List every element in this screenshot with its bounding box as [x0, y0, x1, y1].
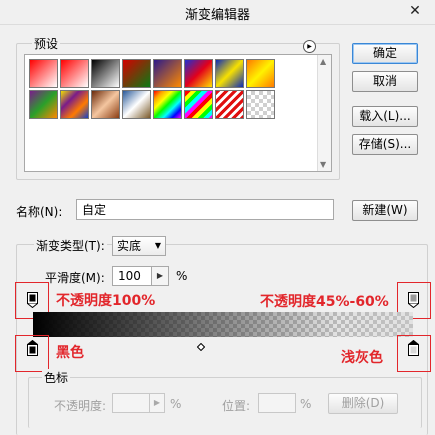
left-color-stop[interactable] [26, 339, 39, 359]
scroll-down-icon[interactable]: ▼ [320, 160, 326, 169]
preset-swatch-violet-orange[interactable] [153, 59, 182, 88]
stops-group-label: 色标 [42, 369, 71, 386]
stop-opacity-label: 不透明度: [54, 399, 107, 413]
scroll-up-icon[interactable]: ▲ [320, 57, 326, 66]
right-color-stop[interactable] [407, 339, 420, 359]
preset-swatch-copper[interactable] [91, 90, 120, 119]
name-field[interactable]: 自定 [76, 199, 334, 220]
stop-opacity-arrow-icon[interactable]: ▶ [149, 393, 165, 413]
gradient-type-value: 实底 [117, 239, 142, 253]
name-label: 名称(N): [16, 205, 63, 219]
stop-opacity-field[interactable] [112, 393, 150, 413]
preset-swatch-violet-green-orange[interactable] [29, 90, 58, 119]
load-button[interactable]: 载入(L)... [352, 106, 418, 127]
preset-swatch-transparent-stripes[interactable] [215, 90, 244, 119]
presets-label: 预设 [32, 35, 61, 52]
right-opacity-annotation: 不透明度45%-60% [260, 294, 389, 310]
new-button[interactable]: 新建(W) [352, 200, 418, 221]
smoothness-field[interactable]: 100 [112, 266, 152, 286]
cancel-button[interactable]: 取消 [352, 71, 418, 92]
stop-location-field[interactable] [258, 393, 296, 413]
stop-location-label: 位置: [222, 399, 251, 413]
smoothness-unit: % [176, 269, 188, 283]
save-button[interactable]: 存储(S)... [352, 134, 418, 155]
title-bar: 渐变编辑器 ✕ [0, 0, 435, 25]
right-color-annotation: 浅灰色 [341, 350, 383, 366]
preset-swatch-spectrum[interactable] [153, 90, 182, 119]
preset-swatch-orange-yellow-orange[interactable] [246, 59, 275, 88]
preset-swatch-fg-to-bg[interactable] [29, 59, 58, 88]
gradient-type-select[interactable]: 实底 ▼ [112, 236, 166, 256]
preset-swatch-neutral-density[interactable] [246, 90, 275, 119]
smoothness-label: 平滑度(M): [45, 271, 105, 285]
preset-swatch-black-white[interactable] [91, 59, 120, 88]
preset-swatch-red-green[interactable] [122, 59, 151, 88]
left-opacity-annotation: 不透明度100% [56, 293, 156, 309]
presets-list: ▲ ▼ [24, 54, 332, 172]
close-icon[interactable]: ✕ [407, 3, 423, 19]
smoothness-arrow-icon[interactable]: ▶ [151, 266, 169, 286]
left-color-annotation: 黑色 [56, 345, 84, 361]
right-opacity-stop[interactable] [408, 292, 419, 311]
stop-opacity-unit: % [170, 397, 182, 411]
left-opacity-stop[interactable] [27, 292, 38, 311]
midpoint-diamond-icon[interactable] [196, 340, 206, 354]
preset-swatch-fg-to-transparent[interactable] [60, 59, 89, 88]
presets-scrollbar[interactable]: ▲ ▼ [317, 55, 331, 171]
ok-button[interactable]: 确定 [352, 43, 418, 64]
preset-swatch-yellow-violet-orange-blue[interactable] [60, 90, 89, 119]
stop-location-unit: % [300, 397, 312, 411]
preset-swatch-blue-yellow-blue[interactable] [215, 59, 244, 88]
delete-button[interactable]: 删除(D) [328, 393, 398, 414]
chevron-down-icon: ▼ [154, 241, 161, 250]
preset-swatch-transparent-rainbow[interactable] [184, 90, 213, 119]
window-title: 渐变编辑器 [184, 8, 250, 23]
gradient-preview-bar[interactable] [33, 312, 413, 337]
preset-swatch-blue-red-yellow[interactable] [184, 59, 213, 88]
presets-menu-icon[interactable]: ▶ [303, 40, 316, 53]
preset-swatch-chrome[interactable] [122, 90, 151, 119]
gradient-type-label: 渐变类型(T): [34, 237, 107, 254]
